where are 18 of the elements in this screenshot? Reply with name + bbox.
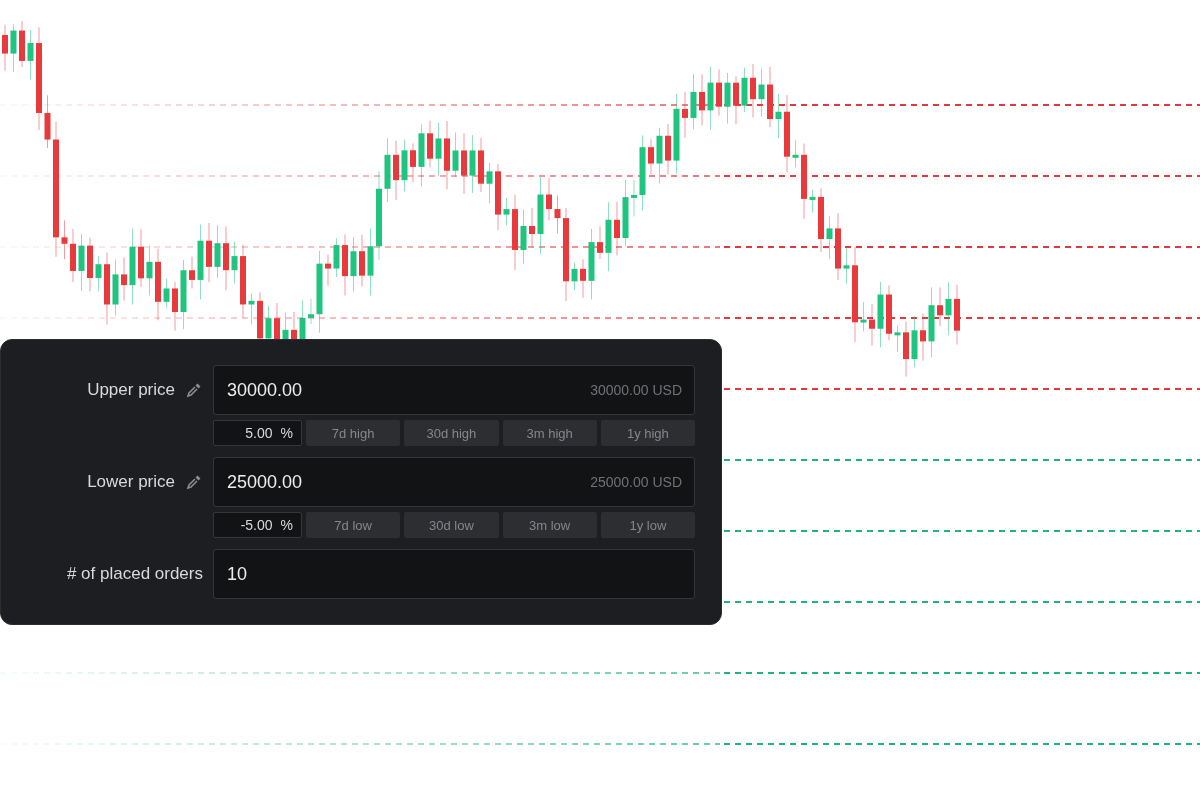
percent-input-field[interactable]: -5.00 % — [213, 512, 302, 538]
preset-button[interactable]: 3m low — [502, 512, 597, 538]
converted-value: 25000.00 USD — [590, 474, 682, 490]
preset-button[interactable]: 7d low — [306, 512, 401, 538]
preset-button[interactable]: 7d high — [306, 420, 401, 446]
text-input-field[interactable]: 30000.00 30000.00 USD — [213, 365, 695, 415]
field-label: # of placed orders — [66, 564, 203, 584]
field-label: Upper price — [87, 380, 175, 400]
converted-value: 30000.00 USD — [590, 382, 682, 398]
preset-button[interactable]: 1y low — [600, 512, 695, 538]
field-label: Lower price — [87, 472, 175, 492]
text-input-field[interactable]: 25000.00 25000.00 USD — [213, 457, 695, 507]
preset-button[interactable]: 1y high — [600, 420, 695, 446]
preset-button[interactable]: 30d high — [404, 420, 499, 446]
preset-button[interactable]: 30d low — [404, 512, 499, 538]
preset-button[interactable]: 3m high — [502, 420, 597, 446]
text-input-field[interactable]: 10 — [213, 549, 695, 599]
percent-input-field[interactable]: 5.00 % — [213, 420, 302, 446]
